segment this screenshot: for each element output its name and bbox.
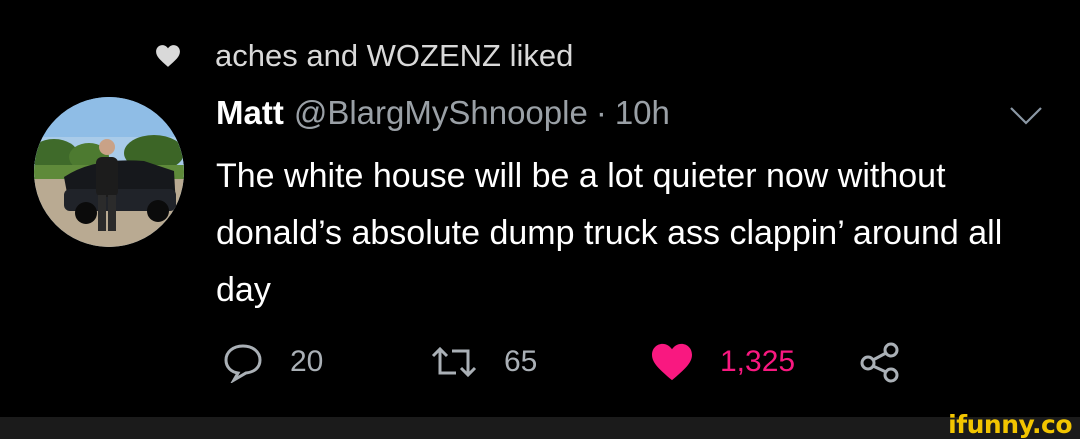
retweet-button[interactable]: 65 (430, 338, 537, 386)
reply-icon (224, 344, 262, 383)
tweet-header: Matt @BlargMyShnoople · 10h (216, 94, 670, 132)
retweet-count: 65 (504, 345, 538, 378)
tweet-time[interactable]: 10h (615, 94, 670, 132)
chevron-down-icon[interactable] (1008, 104, 1044, 128)
reply-count: 20 (290, 345, 324, 378)
social-context-text[interactable]: aches and WOZENZ liked (215, 38, 573, 74)
author-handle[interactable]: @BlargMyShnoople (294, 94, 588, 132)
tweet-text: The white house will be a lot quieter no… (216, 157, 1003, 309)
footer-bar (0, 417, 1080, 439)
share-icon (860, 342, 899, 383)
like-button[interactable]: 1,325 (650, 338, 795, 386)
heart-filled-icon (652, 343, 692, 381)
share-button[interactable] (858, 338, 902, 386)
social-context: aches and WOZENZ liked (155, 36, 573, 76)
avatar-photo (34, 97, 184, 247)
avatar[interactable] (34, 97, 184, 247)
header-separator: · (595, 94, 607, 131)
heart-icon (156, 45, 180, 67)
retweet-icon (431, 346, 477, 378)
reply-button[interactable]: 20 (222, 338, 323, 386)
watermark: ifunny.co (948, 410, 1072, 439)
author-name[interactable]: Matt (216, 94, 284, 132)
like-count: 1,325 (720, 345, 796, 378)
